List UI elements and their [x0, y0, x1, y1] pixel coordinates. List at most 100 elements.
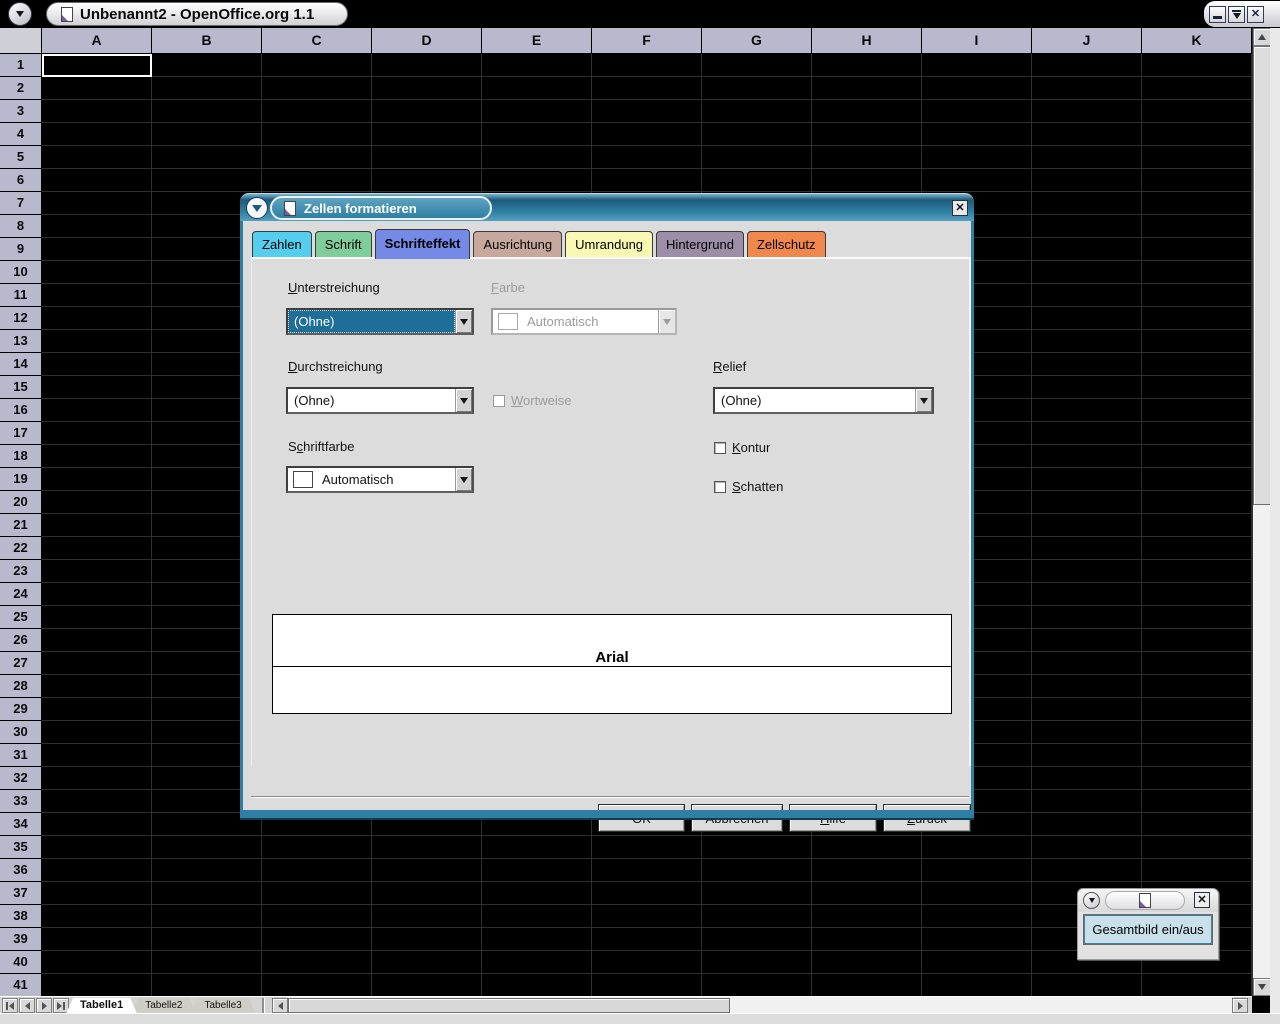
tab-zellschutz[interactable]: Zellschutz [747, 231, 826, 257]
shadow-checkbox[interactable]: Schatten [714, 479, 783, 494]
row-header-30[interactable]: 30 [0, 721, 42, 744]
outline-checkbox[interactable]: Kontur [714, 440, 770, 455]
previous-sheet-button[interactable] [19, 998, 35, 1013]
row-header-38[interactable]: 38 [0, 905, 42, 928]
row-header-16[interactable]: 16 [0, 399, 42, 422]
row-header-8[interactable]: 8 [0, 215, 42, 238]
row-header-18[interactable]: 18 [0, 445, 42, 468]
sheet-tab-tabelle1[interactable]: Tabelle1 [66, 998, 137, 1014]
row-header-20[interactable]: 20 [0, 491, 42, 514]
row-header-36[interactable]: 36 [0, 859, 42, 882]
shadow-label: Schatten [732, 479, 783, 494]
row-header-22[interactable]: 22 [0, 537, 42, 560]
row-header-32[interactable]: 32 [0, 767, 42, 790]
vertical-scrollbar[interactable] [1252, 28, 1270, 996]
row-header-26[interactable]: 26 [0, 629, 42, 652]
column-header-J[interactable]: J [1032, 28, 1142, 54]
row-header-24[interactable]: 24 [0, 583, 42, 606]
scroll-up-button[interactable] [1253, 28, 1271, 46]
sheet-tab-tabelle2[interactable]: Tabelle2 [131, 998, 196, 1014]
row-header-41[interactable]: 41 [0, 974, 42, 997]
tab-ausrichtung[interactable]: Ausrichtung [473, 231, 562, 257]
row-header-27[interactable]: 27 [0, 652, 42, 675]
tab-schrifteffekt[interactable]: Schrifteffekt [375, 229, 471, 259]
column-header-K[interactable]: K [1142, 28, 1252, 54]
row-header-17[interactable]: 17 [0, 422, 42, 445]
tab-hintergrund[interactable]: Hintergrund [656, 231, 744, 257]
row-header-5[interactable]: 5 [0, 146, 42, 169]
row-header-4[interactable]: 4 [0, 123, 42, 146]
scroll-down-button[interactable] [1253, 978, 1271, 996]
last-sheet-button[interactable] [53, 998, 69, 1013]
float-close-button[interactable]: ✕ [1194, 892, 1210, 908]
row-header-6[interactable]: 6 [0, 169, 42, 192]
tab-umrandung[interactable]: Umrandung [565, 231, 653, 257]
font-color-dropdown[interactable]: Automatisch [286, 466, 474, 493]
vertical-scrollbar-thumb[interactable] [1253, 46, 1271, 505]
float-system-menu-button[interactable] [1083, 892, 1100, 909]
row-header-7[interactable]: 7 [0, 192, 42, 215]
row-header-31[interactable]: 31 [0, 744, 42, 767]
dialog-system-menu-button[interactable] [246, 197, 268, 219]
column-header-E[interactable]: E [482, 28, 592, 54]
row-header-25[interactable]: 25 [0, 606, 42, 629]
minimize-button[interactable] [1209, 6, 1226, 23]
row-header-40[interactable]: 40 [0, 951, 42, 974]
relief-dropdown[interactable]: (Ohne) [713, 387, 934, 414]
system-menu-button[interactable] [8, 2, 32, 26]
row-header-37[interactable]: 37 [0, 882, 42, 905]
row-header-1[interactable]: 1 [0, 54, 42, 77]
column-header-H[interactable]: H [812, 28, 922, 54]
dropdown-arrow-icon[interactable] [455, 310, 472, 333]
close-icon: ✕ [955, 203, 964, 214]
column-header-A[interactable]: A [42, 28, 152, 54]
dropdown-arrow-icon[interactable] [915, 389, 932, 412]
column-header-G[interactable]: G [702, 28, 812, 54]
column-header-I[interactable]: I [922, 28, 1032, 54]
scrollbar-divider[interactable] [262, 998, 264, 1013]
close-button[interactable]: ✕ [1247, 6, 1264, 23]
scroll-left-button[interactable] [272, 998, 288, 1013]
sheet-tab-tabelle3[interactable]: Tabelle3 [190, 998, 255, 1014]
next-sheet-button[interactable] [36, 998, 52, 1013]
strikethrough-dropdown[interactable]: (Ohne) [286, 387, 474, 414]
underline-dropdown[interactable]: (Ohne) [286, 308, 474, 335]
tab-zahlen[interactable]: Zahlen [252, 231, 312, 257]
row-header-19[interactable]: 19 [0, 468, 42, 491]
gesamtbild-toggle-button[interactable]: Gesamtbild ein/aus [1083, 914, 1213, 945]
row-header-29[interactable]: 29 [0, 698, 42, 721]
maximize-button[interactable] [1228, 6, 1245, 23]
horizontal-scrollbar-thumb[interactable] [288, 998, 730, 1013]
select-all-corner[interactable] [0, 28, 42, 54]
first-sheet-button[interactable] [2, 998, 18, 1013]
dropdown-arrow-icon[interactable] [455, 468, 472, 491]
float-window-titlebar[interactable]: ✕ [1078, 889, 1218, 912]
row-header-33[interactable]: 33 [0, 790, 42, 813]
row-header-21[interactable]: 21 [0, 514, 42, 537]
row-header-23[interactable]: 23 [0, 560, 42, 583]
column-header-D[interactable]: D [372, 28, 482, 54]
column-header-B[interactable]: B [152, 28, 262, 54]
tab-schrift[interactable]: Schrift [315, 231, 372, 257]
row-header-28[interactable]: 28 [0, 675, 42, 698]
dropdown-arrow-icon[interactable] [455, 389, 472, 412]
column-header-F[interactable]: F [592, 28, 702, 54]
scroll-right-button[interactable] [1232, 998, 1248, 1013]
window-titlebar[interactable]: Unbenannt2 - OpenOffice.org 1.1 ✕ [0, 0, 1280, 28]
row-header-14[interactable]: 14 [0, 353, 42, 376]
row-header-9[interactable]: 9 [0, 238, 42, 261]
dialog-close-button[interactable]: ✕ [952, 200, 968, 216]
row-header-3[interactable]: 3 [0, 100, 42, 123]
dialog-titlebar[interactable]: Zellen formatieren ✕ [240, 193, 974, 221]
row-header-12[interactable]: 12 [0, 307, 42, 330]
row-header-35[interactable]: 35 [0, 836, 42, 859]
row-header-39[interactable]: 39 [0, 928, 42, 951]
row-header-34[interactable]: 34 [0, 813, 42, 836]
row-header-11[interactable]: 11 [0, 284, 42, 307]
cell-cursor[interactable] [42, 54, 152, 77]
row-header-2[interactable]: 2 [0, 77, 42, 100]
row-header-10[interactable]: 10 [0, 261, 42, 284]
row-header-13[interactable]: 13 [0, 330, 42, 353]
row-header-15[interactable]: 15 [0, 376, 42, 399]
column-header-C[interactable]: C [262, 28, 372, 54]
